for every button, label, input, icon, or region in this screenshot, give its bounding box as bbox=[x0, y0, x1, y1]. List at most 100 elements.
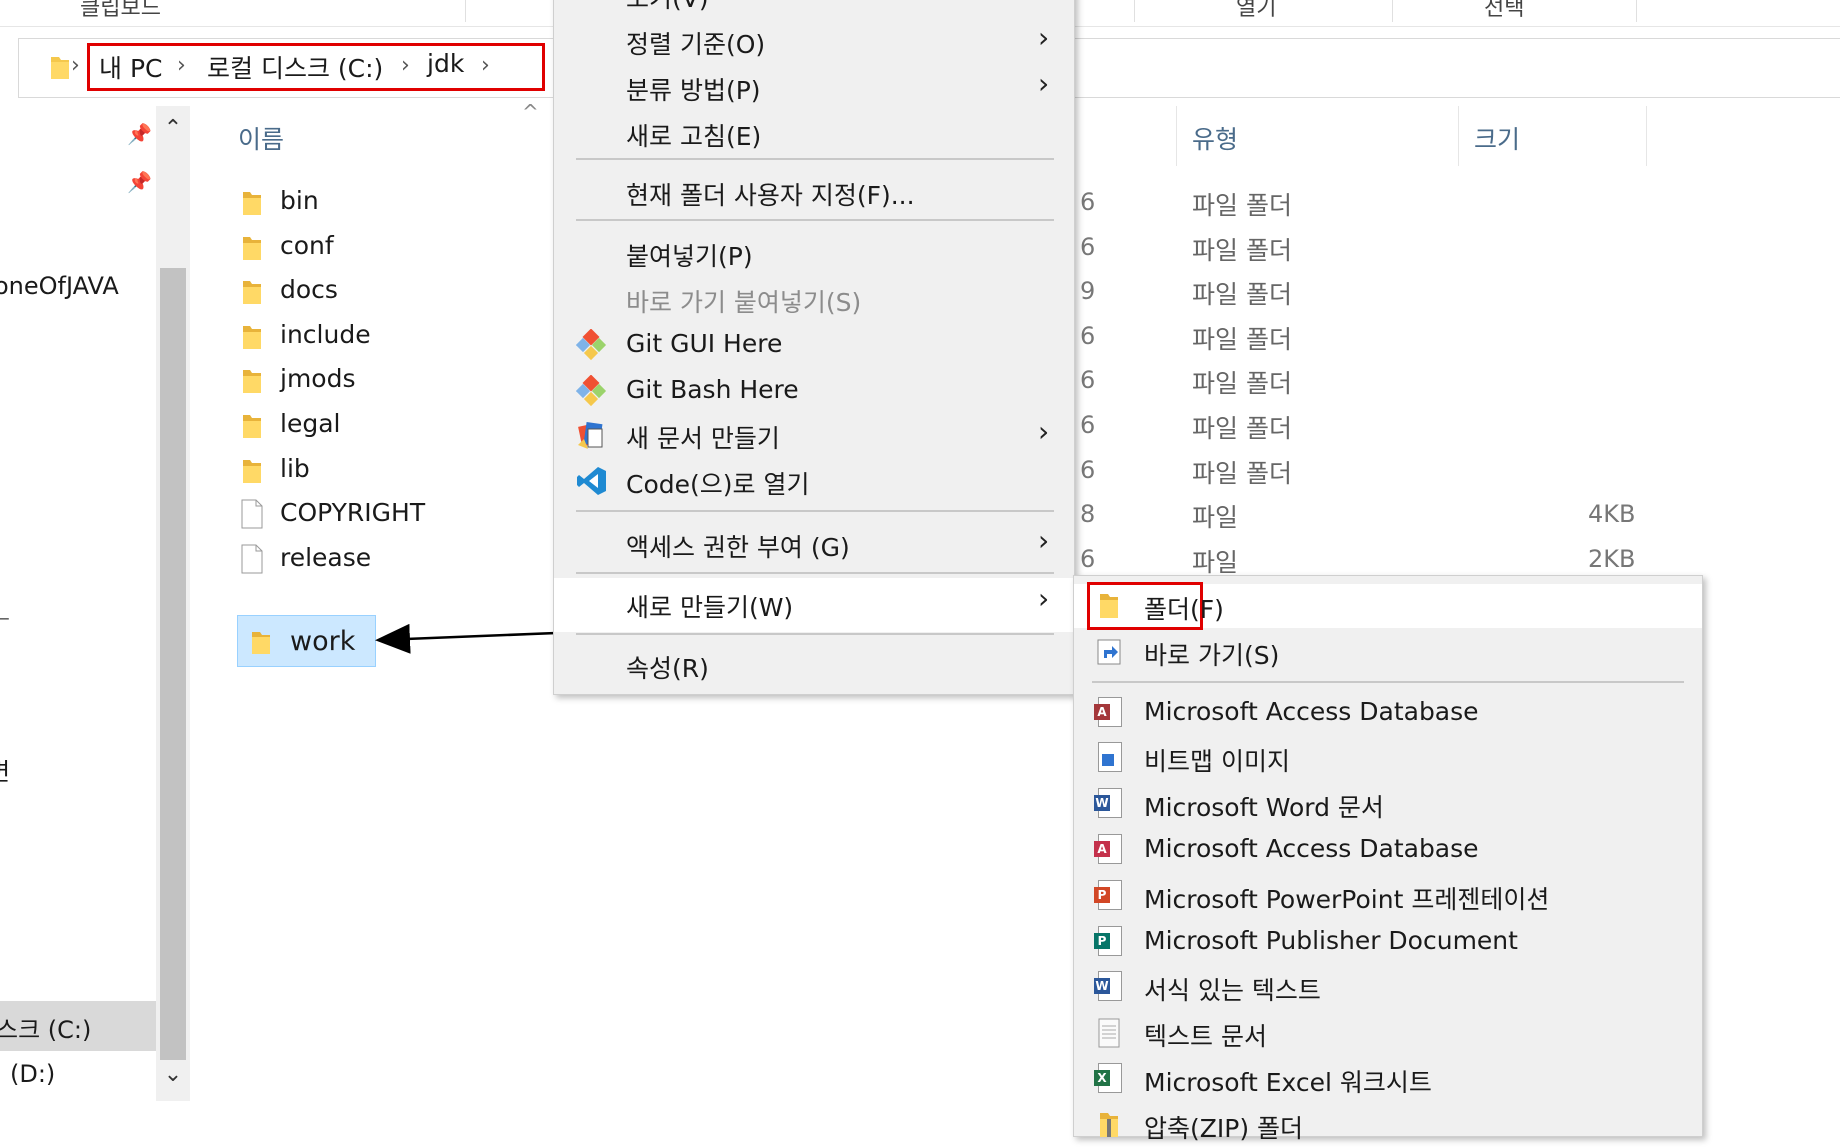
file-name[interactable]: legal bbox=[280, 409, 340, 438]
column-divider[interactable] bbox=[1458, 106, 1459, 166]
file-name[interactable]: jmods bbox=[280, 364, 356, 393]
menu-separator bbox=[576, 158, 1054, 160]
file-type: 파일 폴더 bbox=[1192, 414, 1292, 443]
menu-item-git-bash[interactable]: Git Bash Here bbox=[554, 369, 1074, 413]
file-name[interactable]: docs bbox=[280, 275, 338, 304]
folder-icon bbox=[243, 326, 261, 349]
submenu-item-word[interactable]: W Microsoft Word 문서 bbox=[1074, 782, 1702, 826]
menu-item-sort-by[interactable]: 정렬 기준(O) › bbox=[554, 19, 1074, 63]
ribbon-group-label-clipboard: 클립보드 bbox=[80, 0, 161, 21]
menu-item-new-document[interactable]: 새 문서 만들기 › bbox=[554, 413, 1074, 457]
file-type: 파일 폴더 bbox=[1192, 191, 1292, 220]
submenu-item-publisher[interactable]: P Microsoft Publisher Document bbox=[1074, 920, 1702, 964]
file-date-fragment: 6 bbox=[1080, 456, 1096, 484]
menu-item-label: Git GUI Here bbox=[626, 329, 783, 358]
folder-icon bbox=[243, 192, 261, 215]
submenu-item-label: 텍스트 문서 bbox=[1144, 1022, 1267, 1051]
menu-item-paste[interactable]: 붙여넣기(P) bbox=[554, 231, 1074, 275]
column-divider[interactable] bbox=[1176, 106, 1177, 166]
menu-item-properties[interactable]: 속성(R) bbox=[554, 643, 1074, 687]
submenu-item-powerpoint[interactable]: P Microsoft PowerPoint 프레젠테이션 bbox=[1074, 874, 1702, 918]
menu-separator bbox=[576, 510, 1054, 512]
ribbon-group-label-open: 열기 bbox=[1236, 0, 1277, 21]
submenu-item-folder[interactable]: 폴더(F) bbox=[1074, 582, 1702, 630]
submenu-item-shortcut[interactable]: 바로 가기(S) bbox=[1074, 630, 1702, 674]
breadcrumb-chevron-icon[interactable]: › bbox=[177, 53, 186, 78]
scroll-down-icon[interactable]: ⌄ bbox=[160, 1062, 186, 1087]
menu-separator bbox=[576, 572, 1054, 574]
file-name[interactable]: release bbox=[280, 543, 371, 572]
breadcrumb-item-my-pc[interactable]: 내 PC bbox=[99, 49, 162, 85]
file-name[interactable]: COPYRIGHT bbox=[280, 498, 425, 527]
menu-item-label: 속성(R) bbox=[626, 654, 709, 683]
nav-item-oneofjava[interactable]: oneOfJAVA bbox=[0, 272, 119, 300]
menu-item-open-with-code[interactable]: Code(으)로 열기 bbox=[554, 459, 1074, 503]
nav-item-fragment[interactable]: 변 bbox=[0, 752, 10, 787]
submenu-item-label: Microsoft PowerPoint 프레젠테이션 bbox=[1144, 885, 1550, 914]
submenu-item-label: 서식 있는 텍스트 bbox=[1144, 976, 1321, 1005]
menu-item-give-access[interactable]: 액세스 권한 부여 (G) › bbox=[554, 522, 1074, 566]
submenu-item-zip-folder[interactable]: 압축(ZIP) 폴더 bbox=[1074, 1103, 1702, 1147]
menu-item-label: 새로 만들기(W) bbox=[626, 593, 794, 622]
column-header-name[interactable]: 이름 bbox=[238, 120, 284, 156]
nav-scrollbar-thumb[interactable] bbox=[160, 268, 186, 1060]
rtf-icon: W bbox=[1094, 971, 1124, 1003]
submenu-item-rich-text[interactable]: W 서식 있는 텍스트 bbox=[1074, 965, 1702, 1009]
pin-icon: 📌 bbox=[127, 122, 152, 146]
menu-item-label: 붙여넣기(P) bbox=[626, 242, 753, 271]
column-divider[interactable] bbox=[1646, 106, 1647, 166]
file-type: 파일 폴더 bbox=[1192, 459, 1292, 488]
nav-item-fragment[interactable]: ㅡ bbox=[0, 600, 10, 635]
menu-item-customize-folder[interactable]: 현재 폴더 사용자 지정(F)... bbox=[554, 170, 1074, 214]
file-name[interactable]: include bbox=[280, 320, 371, 349]
menu-item-view[interactable]: 보기(V) › bbox=[554, 0, 1074, 17]
zip-folder-icon bbox=[1100, 1113, 1118, 1137]
excel-icon: X bbox=[1094, 1063, 1124, 1095]
menu-item-label: 액세스 권한 부여 (G) bbox=[626, 533, 850, 562]
submenu-item-bitmap[interactable]: 비트맵 이미지 bbox=[1074, 736, 1702, 780]
menu-item-label: 정렬 기준(O) bbox=[626, 30, 766, 59]
navigation-pane: 📌 📌 oneOfJAVA ㅡ 변 스크 (C:) (D:) bbox=[0, 106, 156, 1125]
nav-item-drive-d[interactable]: (D:) bbox=[10, 1060, 55, 1088]
folder-icon bbox=[243, 281, 261, 304]
file-date-fragment: 6 bbox=[1080, 366, 1096, 394]
publisher-icon: P bbox=[1094, 926, 1124, 958]
submenu-item-excel[interactable]: X Microsoft Excel 워크시트 bbox=[1074, 1057, 1702, 1101]
new-folder-item-work[interactable]: work bbox=[237, 615, 376, 667]
submenu-item-text-document[interactable]: 텍스트 문서 bbox=[1074, 1011, 1702, 1055]
pin-icon: 📌 bbox=[127, 170, 152, 194]
file-name[interactable]: bin bbox=[280, 186, 319, 215]
menu-item-new[interactable]: 새로 만들기(W) › bbox=[554, 578, 1074, 632]
folder-icon bbox=[243, 237, 261, 260]
file-date-fragment: 9 bbox=[1080, 277, 1096, 305]
word-icon: W bbox=[1094, 788, 1124, 820]
breadcrumb-chevron-icon[interactable]: › bbox=[401, 53, 410, 78]
new-folder-name[interactable]: work bbox=[290, 626, 355, 657]
column-header-type[interactable]: 유형 bbox=[1192, 120, 1238, 156]
scroll-up-icon[interactable]: ⌃ bbox=[160, 116, 186, 141]
menu-item-group-by[interactable]: 분류 방법(P) › bbox=[554, 65, 1074, 109]
menu-item-refresh[interactable]: 새로 고침(E) bbox=[554, 111, 1074, 155]
breadcrumb-chevron-icon[interactable]: › bbox=[71, 53, 80, 78]
chevron-right-icon: › bbox=[1038, 415, 1050, 448]
folder-icon bbox=[252, 632, 270, 654]
breadcrumb-item-local-disk[interactable]: 로컬 디스크 (C:) bbox=[207, 49, 383, 85]
menu-item-git-gui[interactable]: Git GUI Here bbox=[554, 323, 1074, 367]
file-date-fragment: 6 bbox=[1080, 322, 1096, 350]
file-name[interactable]: lib bbox=[280, 454, 310, 483]
ribbon-separator bbox=[1392, 0, 1393, 22]
new-submenu: 폴더(F) 바로 가기(S) A Microsoft Access Databa… bbox=[1073, 575, 1703, 1143]
submenu-item-label: 비트맵 이미지 bbox=[1144, 747, 1290, 776]
nav-item-local-disk-c[interactable]: 스크 (C:) bbox=[0, 1010, 91, 1045]
file-size: 2KB bbox=[1588, 545, 1636, 573]
breadcrumb-item-jdk[interactable]: jdk bbox=[427, 49, 464, 78]
nav-scrollbar[interactable]: ⌃ ⌄ bbox=[156, 106, 190, 1101]
menu-item-paste-shortcut: 바로 가기 붙여넣기(S) bbox=[554, 277, 1074, 321]
submenu-item-label: Microsoft Access Database bbox=[1144, 834, 1479, 863]
submenu-separator bbox=[1092, 681, 1684, 683]
submenu-item-access-db[interactable]: A Microsoft Access Database bbox=[1074, 691, 1702, 735]
breadcrumb-chevron-icon[interactable]: › bbox=[481, 53, 490, 78]
file-name[interactable]: conf bbox=[280, 231, 334, 260]
submenu-item-access-db-2[interactable]: A Microsoft Access Database bbox=[1074, 828, 1702, 872]
column-header-size[interactable]: 크기 bbox=[1474, 120, 1520, 156]
